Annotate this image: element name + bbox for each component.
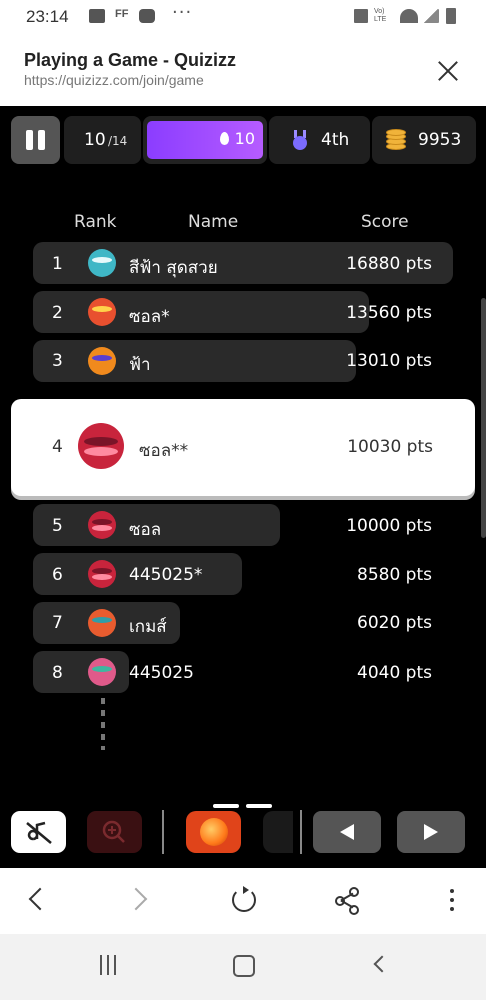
back-icon[interactable] bbox=[22, 885, 52, 915]
header-score: Score bbox=[361, 212, 409, 232]
zoom-in-icon bbox=[102, 820, 125, 843]
flame-icon bbox=[220, 132, 229, 145]
close-icon[interactable] bbox=[432, 56, 464, 88]
row-rank: 6 bbox=[52, 565, 63, 585]
toolbar-divider bbox=[300, 810, 302, 854]
scrollbar[interactable] bbox=[481, 298, 486, 538]
more-notifications-icon: ··· bbox=[172, 2, 193, 23]
pause-icon bbox=[26, 130, 33, 150]
coins-stat: 9953 bbox=[372, 116, 476, 164]
share-icon[interactable] bbox=[333, 885, 363, 915]
avatar bbox=[88, 511, 116, 539]
avatar bbox=[88, 609, 116, 637]
powerup-page-indicator bbox=[246, 804, 272, 808]
row-rank: 4 bbox=[52, 437, 63, 457]
next-icon bbox=[424, 824, 438, 840]
avatar bbox=[78, 423, 124, 469]
rank-stat: 4th bbox=[269, 116, 370, 164]
reload-icon[interactable] bbox=[229, 885, 259, 915]
row-name: สีฟ้า สุดสวย bbox=[129, 258, 218, 278]
gallery-icon bbox=[89, 9, 105, 23]
header-rank: Rank bbox=[74, 212, 117, 232]
status-time: 23:14 bbox=[26, 7, 69, 26]
row-rank: 3 bbox=[52, 351, 63, 371]
page-title: Playing a Game - Quizizz bbox=[24, 50, 237, 70]
row-name: ซอล** bbox=[139, 441, 189, 461]
nav-back-icon[interactable] bbox=[372, 957, 386, 971]
avatar bbox=[88, 298, 116, 326]
rank-value: 4th bbox=[321, 130, 350, 150]
row-name: 445025 bbox=[129, 663, 194, 683]
question-total: /14 bbox=[108, 134, 128, 148]
coins-value: 9953 bbox=[418, 130, 462, 150]
more-rows-indicator bbox=[101, 698, 105, 750]
row-name: เกมส์ bbox=[129, 617, 167, 637]
avatar bbox=[88, 347, 116, 375]
row-score: 13010 pts bbox=[346, 351, 432, 371]
powerup-page-indicator bbox=[213, 804, 239, 808]
youtube-icon bbox=[139, 9, 155, 23]
row-rank: 2 bbox=[52, 303, 63, 323]
powerup-next-button[interactable] bbox=[263, 811, 293, 853]
menu-icon[interactable] bbox=[437, 885, 467, 915]
row-rank: 1 bbox=[52, 254, 63, 274]
header-name: Name bbox=[188, 212, 239, 232]
row-rank: 8 bbox=[52, 663, 63, 683]
ff-icon: FF bbox=[115, 8, 129, 20]
row-score: 4040 pts bbox=[357, 663, 432, 683]
avatar bbox=[88, 249, 116, 277]
music-off-icon bbox=[26, 821, 52, 844]
row-score: 10030 pts bbox=[347, 437, 433, 457]
zoom-button[interactable] bbox=[87, 811, 142, 853]
signal-icon bbox=[423, 9, 439, 23]
streak-value: 10 bbox=[234, 129, 255, 148]
row-name: ซอล* bbox=[129, 307, 170, 327]
forward-icon[interactable] bbox=[124, 885, 154, 915]
wifi-icon bbox=[400, 9, 418, 23]
row-score: 10000 pts bbox=[346, 516, 432, 536]
mute-icon bbox=[354, 9, 368, 23]
battery-icon bbox=[446, 8, 456, 24]
pause-button[interactable] bbox=[11, 116, 60, 164]
row-score: 8580 pts bbox=[357, 565, 432, 585]
music-toggle-button[interactable] bbox=[11, 811, 66, 853]
question-current: 10 bbox=[84, 130, 106, 150]
powerup-icon bbox=[200, 818, 228, 846]
previous-icon bbox=[340, 824, 354, 840]
recents-icon[interactable] bbox=[98, 955, 118, 975]
row-score: 13560 pts bbox=[346, 303, 432, 323]
medal-icon bbox=[291, 130, 309, 150]
volte-icon: Vo) LTE bbox=[374, 8, 387, 23]
powerup-button[interactable] bbox=[186, 811, 241, 853]
row-name: ฟ้า bbox=[129, 355, 151, 375]
avatar bbox=[88, 560, 116, 588]
avatar bbox=[88, 658, 116, 686]
toolbar-divider bbox=[162, 810, 164, 854]
streak-meter: 10 bbox=[143, 116, 267, 164]
row-rank: 7 bbox=[52, 613, 63, 633]
row-score: 16880 pts bbox=[346, 254, 432, 274]
row-name: ซอล bbox=[129, 520, 162, 540]
previous-button[interactable] bbox=[313, 811, 381, 853]
row-score: 6020 pts bbox=[357, 613, 432, 633]
page-url: https://quizizz.com/join/game bbox=[24, 72, 204, 88]
home-icon[interactable] bbox=[233, 955, 255, 977]
row-name: 445025* bbox=[129, 565, 203, 585]
coin-stack-icon bbox=[386, 129, 406, 151]
row-rank: 5 bbox=[52, 516, 63, 536]
question-counter: 10 /14 bbox=[64, 116, 141, 164]
next-button[interactable] bbox=[397, 811, 465, 853]
